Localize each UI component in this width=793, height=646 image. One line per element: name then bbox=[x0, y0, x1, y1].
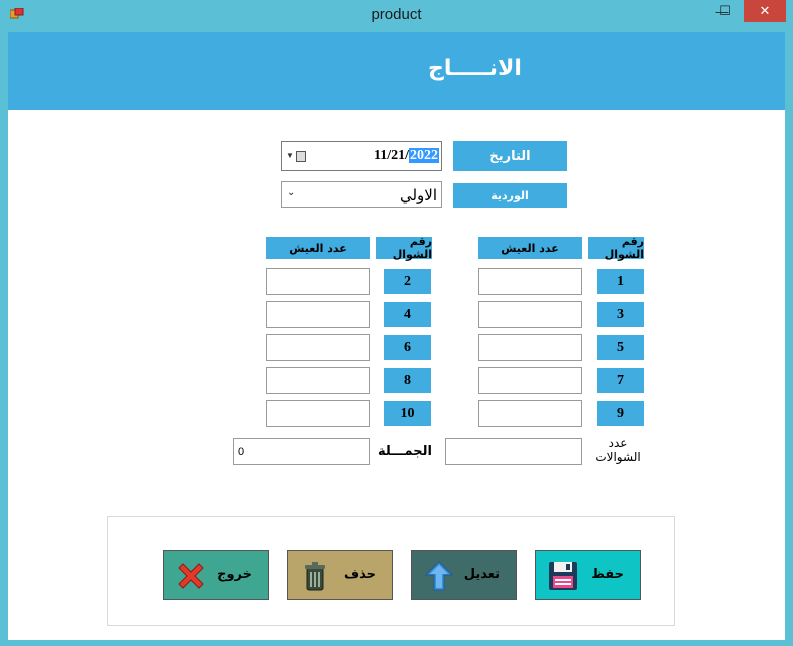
date-picker[interactable]: ▼ 11/21/2022 bbox=[281, 141, 442, 171]
total-label: الجمـــلة bbox=[378, 444, 432, 459]
bag-number-cell: 1 bbox=[597, 269, 644, 294]
floppy-disk-icon bbox=[549, 562, 577, 590]
header-band: الانـــــاج bbox=[8, 32, 785, 110]
date-month-day: 11/21/ bbox=[373, 148, 409, 163]
delete-button-label: حذف bbox=[344, 567, 376, 582]
delete-button[interactable]: حذف bbox=[287, 550, 393, 600]
exit-button-label: خروج bbox=[217, 567, 252, 582]
bread-count-input-4[interactable] bbox=[266, 301, 370, 328]
shift-label: الوردية bbox=[453, 183, 567, 208]
close-button[interactable]: ✕ bbox=[744, 0, 786, 22]
close-icon bbox=[178, 563, 204, 589]
calendar-icon bbox=[296, 151, 306, 162]
bread-count-input-8[interactable] bbox=[266, 367, 370, 394]
window-titlebar: product — ☐ ✕ bbox=[0, 0, 793, 32]
total-field[interactable] bbox=[233, 438, 370, 465]
bag-number-cell: 7 bbox=[597, 368, 644, 393]
bag-number-cell: 5 bbox=[597, 335, 644, 360]
edit-button-label: تعديل bbox=[463, 567, 500, 582]
chevron-down-icon: ⌄ bbox=[287, 187, 296, 198]
bag-count-field[interactable] bbox=[445, 438, 582, 465]
bread-count-input-6[interactable] bbox=[266, 334, 370, 361]
exit-button[interactable]: خروج bbox=[163, 550, 269, 600]
bag-number-cell: 2 bbox=[384, 269, 431, 294]
bag-number-cell: 4 bbox=[384, 302, 431, 327]
arrow-up-icon bbox=[424, 561, 454, 591]
bag-number-cell: 8 bbox=[384, 368, 431, 393]
bag-number-cell: 6 bbox=[384, 335, 431, 360]
save-button[interactable]: حفظ bbox=[535, 550, 641, 600]
bag-number-cell: 10 bbox=[384, 401, 431, 426]
page-title: الانـــــاج bbox=[428, 56, 522, 81]
maximize-button[interactable]: ☐ bbox=[712, 0, 738, 22]
date-year: 2022 bbox=[409, 148, 439, 163]
bread-count-input-10[interactable] bbox=[266, 400, 370, 427]
shift-select[interactable]: ⌄ الاولي bbox=[281, 181, 442, 208]
bread-count-input-2[interactable] bbox=[266, 268, 370, 295]
bread-count-input-1[interactable] bbox=[478, 268, 582, 295]
shift-value: الاولي bbox=[399, 186, 437, 204]
save-button-label: حفظ bbox=[591, 567, 624, 582]
date-value: 11/21/2022 bbox=[374, 148, 439, 164]
bag-number-cell: 9 bbox=[597, 401, 644, 426]
bag-count-label-line1: عدد bbox=[608, 436, 628, 450]
window-title: product bbox=[371, 6, 422, 23]
left-bread-count-header: عدد العيش bbox=[266, 237, 370, 259]
edit-button[interactable]: تعديل bbox=[411, 550, 517, 600]
bread-count-input-3[interactable] bbox=[478, 301, 582, 328]
bread-count-input-5[interactable] bbox=[478, 334, 582, 361]
date-label: التاريخ bbox=[453, 141, 567, 171]
bag-count-label-line2: الشوالات bbox=[595, 450, 641, 464]
left-bag-number-header: رقم الشوال bbox=[376, 235, 432, 261]
trash-can-icon bbox=[305, 562, 325, 591]
right-bread-count-header: عدد العيش bbox=[478, 237, 582, 259]
bag-number-cell: 3 bbox=[597, 302, 644, 327]
bread-count-input-7[interactable] bbox=[478, 367, 582, 394]
bag-count-label: عدد الشوالات bbox=[594, 436, 642, 464]
form-client-area: الانـــــاج التاريخ ▼ 11/21/2022 الوردية… bbox=[8, 32, 785, 640]
right-bag-number-header: رقم الشوال bbox=[588, 235, 644, 261]
dropdown-arrow-icon: ▼ bbox=[286, 151, 294, 160]
bread-count-input-9[interactable] bbox=[478, 400, 582, 427]
